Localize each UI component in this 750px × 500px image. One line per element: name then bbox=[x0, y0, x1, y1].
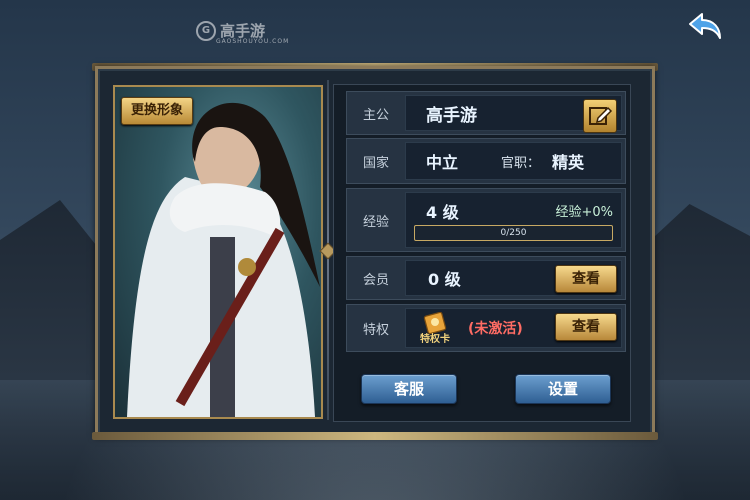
player-level: 4 级 bbox=[426, 203, 459, 222]
background-building-right bbox=[640, 204, 750, 380]
watermark-logo-icon: G bbox=[196, 20, 216, 41]
background-building-left bbox=[0, 200, 100, 380]
lord-row: 主公 高手游 bbox=[346, 91, 626, 135]
exp-label: 经验 bbox=[362, 214, 389, 230]
office-value: 精英 bbox=[552, 153, 585, 172]
vip-label: 会员 bbox=[362, 272, 389, 288]
customer-service-button[interactable]: 客服 bbox=[361, 374, 457, 404]
country-row: 国家 中立 官职： 精英 bbox=[346, 138, 626, 184]
privilege-label: 特权 bbox=[362, 322, 389, 338]
player-name: 高手游 bbox=[426, 105, 477, 126]
character-portrait bbox=[113, 85, 323, 419]
office-label: 官职： bbox=[501, 155, 541, 171]
back-button[interactable] bbox=[684, 8, 728, 44]
privilege-card-label: 特权卡 bbox=[420, 334, 450, 345]
edit-name-button[interactable] bbox=[583, 99, 617, 133]
vip-level: 0 级 bbox=[428, 270, 461, 289]
edit-icon bbox=[589, 106, 613, 125]
exp-progress-bar: 0/250 bbox=[414, 225, 613, 241]
privilege-value-box: 特权卡 (未激活) 查看 bbox=[405, 308, 622, 348]
watermark-sub: GAOSHOUYOU.COM bbox=[216, 38, 290, 45]
privilege-view-button[interactable]: 查看 bbox=[555, 313, 617, 341]
vip-value-box: 0 级 查看 bbox=[405, 260, 622, 296]
watermark: G 高手游 GAOSHOUYOU.COM bbox=[196, 20, 288, 45]
lord-label: 主公 bbox=[362, 107, 389, 123]
exp-bonus: 经验+0% bbox=[555, 205, 613, 220]
change-appearance-button[interactable]: 更换形象 bbox=[121, 97, 193, 125]
back-arrow-icon bbox=[689, 13, 721, 39]
frame-bottom-trim bbox=[92, 432, 658, 440]
exp-row: 经验 4 级 经验+0% 0/250 bbox=[346, 188, 626, 252]
country-label: 国家 bbox=[362, 155, 389, 171]
privilege-row: 特权 特权卡 (未激活) 查看 bbox=[346, 304, 626, 352]
country-value: 中立 bbox=[426, 153, 459, 172]
exp-value-box: 4 级 经验+0% 0/250 bbox=[405, 192, 622, 248]
vip-row: 会员 0 级 查看 bbox=[346, 256, 626, 300]
character-figure bbox=[127, 102, 320, 417]
vip-view-button[interactable]: 查看 bbox=[555, 265, 617, 293]
exp-progress-text: 0/250 bbox=[500, 228, 527, 238]
lord-value-box: 高手游 bbox=[405, 95, 622, 133]
settings-button[interactable]: 设置 bbox=[515, 374, 611, 404]
privilege-status: (未激活) bbox=[468, 321, 523, 337]
country-value-box: 中立 官职： 精英 bbox=[405, 142, 622, 180]
